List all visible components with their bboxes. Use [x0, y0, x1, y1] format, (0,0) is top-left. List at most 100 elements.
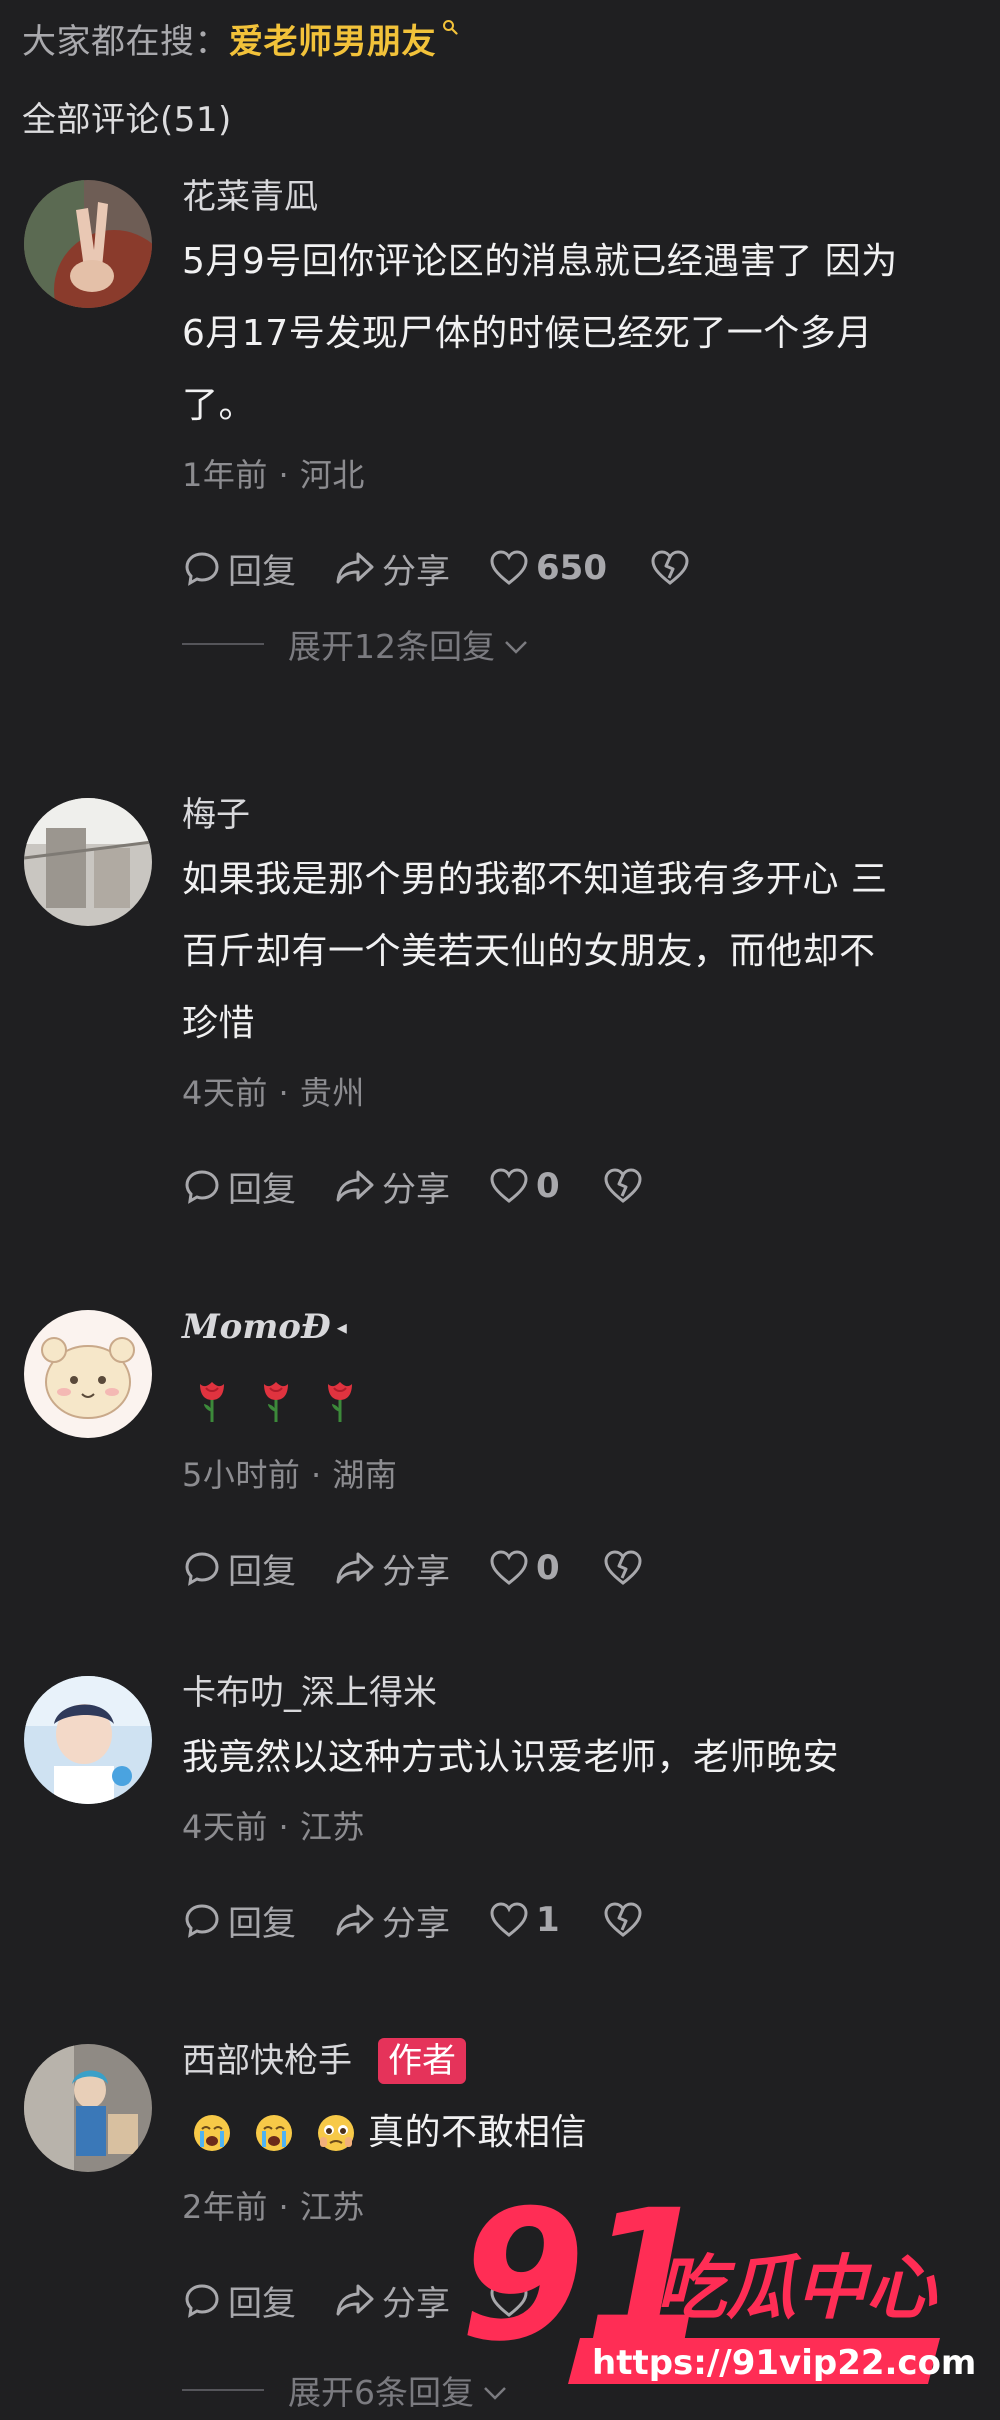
share-icon — [336, 1552, 374, 1584]
reply-button[interactable]: 回复 — [182, 544, 296, 593]
like-count: 650 — [536, 548, 607, 588]
comment-text-line: 我竟然以这种方式认识爱老师，老师晚安 — [182, 1737, 840, 1778]
like-button[interactable]: 0 — [488, 1166, 560, 1206]
share-label: 分享 — [382, 1169, 450, 1210]
share-label: 分享 — [382, 2283, 450, 2324]
reply-label: 回复 — [228, 2283, 296, 2324]
expand-replies-label: 展开12条回复 — [288, 627, 495, 666]
watermark-name: 吃瓜中心 — [656, 2247, 938, 2329]
reply-icon — [185, 552, 219, 586]
pleading-face-icon — [316, 2113, 356, 2153]
search-suggestion-keyword[interactable]: 爱老师男朋友 — [229, 14, 436, 63]
heart-icon — [490, 1902, 528, 1937]
share-label: 分享 — [382, 551, 450, 592]
reply-button[interactable]: 回复 — [182, 1162, 296, 1211]
share-button[interactable]: 分享 — [334, 2276, 450, 2325]
site-watermark: 91 吃瓜中心 https://91vip22.com — [460, 2172, 980, 2414]
heart-icon — [490, 550, 528, 585]
broken-heart-icon — [604, 1168, 642, 1203]
reply-icon — [185, 1904, 219, 1938]
share-icon — [336, 552, 374, 584]
share-icon — [336, 1170, 374, 1202]
dislike-button[interactable] — [602, 1900, 644, 1940]
watermark-url: https://91vip22.com — [592, 2343, 976, 2383]
reply-button[interactable]: 回复 — [182, 1544, 296, 1593]
comments-count-header: 全部评论(51) — [22, 100, 232, 140]
comment-username-text: 西部快枪手 — [182, 2041, 352, 2081]
heart-icon — [490, 1168, 528, 1203]
comment-text-line: 5月9号回你评论区的消息就已经遇害了 因为 — [182, 241, 898, 282]
reply-label: 回复 — [228, 1903, 296, 1944]
avatar[interactable] — [24, 1310, 152, 1438]
avatar[interactable] — [24, 180, 152, 308]
reply-icon — [185, 1552, 219, 1586]
comment-actions: 回复 分享 0 — [182, 1156, 982, 1216]
share-button[interactable]: 分享 — [334, 1544, 450, 1593]
share-button[interactable]: 分享 — [334, 544, 450, 593]
comment-text: 真的不敢相信 — [182, 2098, 982, 2168]
share-icon — [336, 1904, 374, 1936]
comment-text: 我竟然以这种方式认识爱老师，老师晚安 — [182, 1722, 982, 1794]
dislike-button[interactable] — [602, 1166, 644, 1206]
reply-button[interactable]: 回复 — [182, 1896, 296, 1945]
comment-text: 5月9号回你评论区的消息就已经遇害了 因为 6月17号发现尸体的时候已经死了一个… — [182, 226, 982, 442]
crying-face-icon — [192, 2113, 232, 2153]
like-button[interactable]: 650 — [488, 548, 607, 588]
like-count: 1 — [536, 1900, 560, 1940]
avatar[interactable] — [24, 2044, 152, 2172]
divider — [182, 643, 264, 645]
expand-replies-label: 展开6条回复 — [288, 2373, 474, 2412]
comment-username-text: MomoĐ — [182, 1307, 331, 1347]
comment-text-line: 如果我是那个男的我都不知道我有多开心 三 — [182, 859, 888, 900]
chevron-down-icon — [503, 625, 529, 664]
comment-meta: 5小时前 · 湖南 — [182, 1456, 398, 1494]
avatar[interactable] — [24, 1676, 152, 1804]
search-icon — [442, 19, 458, 35]
comment-text — [182, 1366, 982, 1436]
search-suggestion-prefix: 大家都在搜： — [22, 21, 229, 62]
comment-username[interactable]: 卡布叻_深上得米 — [182, 1668, 982, 1718]
dislike-button[interactable] — [649, 548, 691, 588]
reply-label: 回复 — [228, 1169, 296, 1210]
comment-text-line: 6月17号发现尸体的时候已经死了一个多月 — [182, 313, 873, 354]
comment-meta: 4天前 · 贵州 — [182, 1074, 365, 1112]
like-button[interactable]: 1 — [488, 1900, 560, 1940]
comment-actions: 回复 分享 650 — [182, 538, 982, 598]
comment-username[interactable]: 花菜青凪 — [182, 172, 982, 222]
avatar[interactable] — [24, 798, 152, 926]
share-button[interactable]: 分享 — [334, 1162, 450, 1211]
comment-text-line: 百斤却有一个美若天仙的女朋友，而他却不 — [182, 931, 876, 972]
comment-actions: 回复 分享 1 — [182, 1890, 982, 1950]
broken-heart-icon — [604, 1902, 642, 1937]
reply-icon — [185, 2284, 219, 2318]
search-suggestion[interactable]: 大家都在搜： 爱老师男朋友 — [22, 10, 458, 66]
broken-heart-icon — [604, 1550, 642, 1585]
rose-icon — [320, 1376, 360, 1426]
comment-username[interactable]: 梅子 — [182, 790, 982, 840]
share-button[interactable]: 分享 — [334, 1896, 450, 1945]
like-count: 0 — [536, 1166, 560, 1206]
heart-icon — [490, 1550, 528, 1585]
reply-label: 回复 — [228, 551, 296, 592]
expand-replies-button[interactable]: 展开12条回复 — [182, 614, 982, 674]
comment-text-line: 真的不敢相信 — [368, 2112, 588, 2153]
username-suffix: ◂ — [336, 1315, 347, 1339]
author-badge: 作者 — [378, 2038, 466, 2084]
comment-meta: 4天前 · 江苏 — [182, 1808, 365, 1846]
comment-username[interactable]: MomoĐ ◂ — [182, 1302, 982, 1352]
comment-text-line: 了。 — [182, 385, 256, 426]
comment-username[interactable]: 西部快枪手 作者 — [182, 2036, 982, 2086]
comment-text: 如果我是那个男的我都不知道我有多开心 三 百斤却有一个美若天仙的女朋友，而他却不… — [182, 844, 982, 1060]
like-button[interactable]: 0 — [488, 1548, 560, 1588]
reply-icon — [185, 1170, 219, 1204]
crying-face-icon — [254, 2113, 294, 2153]
dislike-button[interactable] — [602, 1548, 644, 1588]
reply-button[interactable]: 回复 — [182, 2276, 296, 2325]
rose-icon — [192, 1376, 232, 1426]
rose-icon — [256, 1376, 296, 1426]
share-label: 分享 — [382, 1551, 450, 1592]
like-count: 0 — [536, 1548, 560, 1588]
share-label: 分享 — [382, 1903, 450, 1944]
broken-heart-icon — [651, 550, 689, 585]
reply-label: 回复 — [228, 1551, 296, 1592]
